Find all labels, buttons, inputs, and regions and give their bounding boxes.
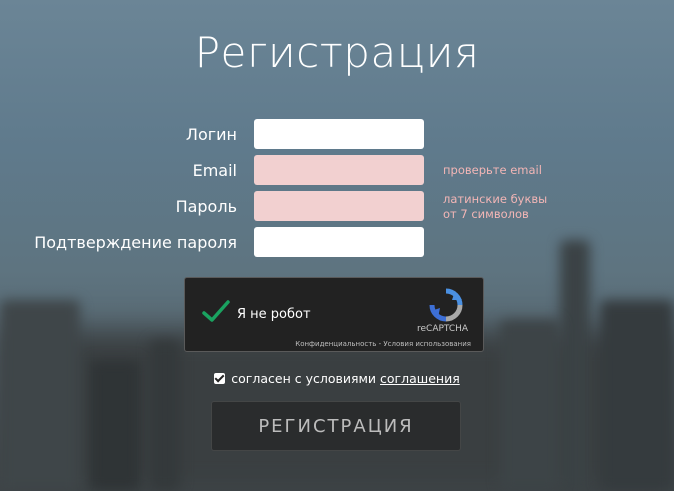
password-input[interactable] <box>254 191 424 221</box>
login-label: Логин <box>185 125 237 144</box>
confirm-label: Подтверждение пароля <box>34 233 237 252</box>
login-row: Логин <box>0 119 674 149</box>
recaptcha-logo-icon <box>429 288 463 322</box>
password-error-hint-line1: латинские буквы <box>443 192 548 206</box>
password-label: Пароль <box>175 197 237 216</box>
email-label: Email <box>192 161 237 180</box>
agreement-link[interactable]: соглашения <box>380 371 460 386</box>
register-button[interactable]: РЕГИСТРАЦИЯ <box>211 401 461 451</box>
captcha-brand: reCAPTCHA <box>417 324 469 334</box>
password-error-hint-line2: от 7 символов <box>443 207 529 221</box>
agreement-row: согласен с условиями соглашения <box>0 371 674 386</box>
login-input[interactable] <box>254 119 424 149</box>
agreement-checkbox[interactable] <box>214 373 226 384</box>
agreement-text: согласен с условиями <box>231 371 377 386</box>
email-row: Email проверьте email <box>0 155 674 185</box>
page-title: Регистрация <box>194 28 480 77</box>
email-error-hint: проверьте email <box>443 163 542 177</box>
checkmark-icon[interactable] <box>201 298 231 326</box>
email-input[interactable] <box>254 155 424 185</box>
captcha-links[interactable]: Конфиденциальность - Условия использован… <box>295 340 471 348</box>
confirm-row: Подтверждение пароля <box>0 227 674 257</box>
password-row: Пароль латинские буквы от 7 символов <box>0 191 674 221</box>
captcha-text: Я не робот <box>237 307 311 322</box>
recaptcha-widget: Я не робот reCAPTCHA Конфиденциальность … <box>184 277 484 352</box>
confirm-password-input[interactable] <box>254 227 424 257</box>
